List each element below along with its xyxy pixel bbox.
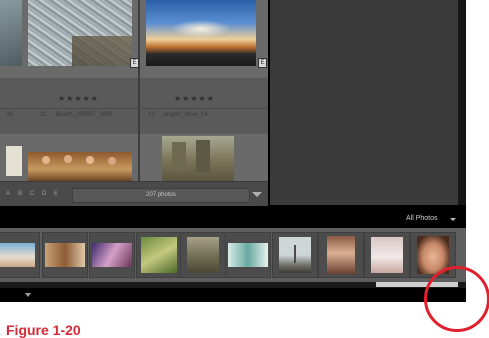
cell-filename: Beach_20090T_3261: [55, 112, 114, 118]
lightroom-library-window: E E ★★★★★ ★★★★★ 26 11 Beach_20090T_3261 …: [0, 0, 466, 302]
photo-thumbnail[interactable]: [0, 0, 22, 66]
view-mode-loupe-icon[interactable]: B: [18, 191, 22, 197]
metadata-badge-icon[interactable]: E: [130, 58, 139, 68]
photo-thumbnail[interactable]: [6, 146, 22, 176]
filmstrip-cell[interactable]: [225, 232, 271, 278]
callout-circle: [424, 266, 489, 332]
filmstrip-cell[interactable]: [0, 232, 40, 278]
filter-dropdown-icon[interactable]: [450, 218, 456, 221]
cell-filename: angels_drive_14: [163, 112, 208, 118]
filmstrip-thumbnail[interactable]: [0, 243, 35, 267]
photo-thumbnail[interactable]: [162, 136, 234, 181]
photo-count-field[interactable]: 207 photos: [72, 188, 250, 203]
cell-meta-partial: 26: [6, 112, 13, 118]
view-mode-grid-icon[interactable]: A: [6, 191, 10, 197]
photo-thumbnail[interactable]: [146, 0, 256, 66]
cell-number: 11: [40, 112, 47, 118]
cell-number: 26: [6, 112, 13, 118]
filmstrip-thumbnail[interactable]: [92, 243, 132, 267]
filmstrip-thumbnail[interactable]: [187, 237, 219, 273]
photo-thumbnail[interactable]: [28, 0, 132, 66]
photo-grid: E E ★★★★★ ★★★★★ 26 11 Beach_20090T_3261 …: [0, 0, 268, 181]
grid-cell-group-photo[interactable]: [22, 134, 138, 181]
right-panel: [270, 0, 458, 205]
filmstrip-filter-label[interactable]: All Photos: [406, 215, 438, 222]
filmstrip-cell[interactable]: [318, 232, 364, 278]
star-rating[interactable]: ★★★★★: [174, 94, 215, 103]
filmstrip-cell[interactable]: [272, 232, 318, 278]
grid-cell-partial[interactable]: [0, 134, 22, 181]
filmstrip-thumbnail[interactable]: [371, 237, 403, 273]
grid-cell-left-partial[interactable]: [0, 0, 22, 78]
grid-cell-sunset[interactable]: E: [140, 0, 268, 78]
filmstrip-thumbnail[interactable]: [279, 237, 311, 273]
filmstrip-cell[interactable]: [136, 232, 182, 278]
photo-thumbnail[interactable]: [28, 152, 132, 181]
filmstrip-thumbnail[interactable]: [228, 243, 268, 267]
filmstrip-thumbnail[interactable]: [45, 243, 85, 267]
view-mode-compare-icon[interactable]: C: [30, 191, 34, 197]
grid-toolbar: A B C D E 207 photos: [0, 181, 268, 206]
star-rating[interactable]: ★★★★★: [58, 94, 99, 103]
row-divider: [0, 108, 268, 109]
filmstrip-thumbnail[interactable]: [327, 236, 355, 274]
filmstrip-cell[interactable]: [180, 232, 226, 278]
painter-icon[interactable]: E: [54, 191, 58, 197]
metadata-badge-icon[interactable]: E: [258, 58, 267, 68]
filmstrip-thumbnail[interactable]: [141, 237, 177, 273]
filmstrip-cell[interactable]: [89, 232, 135, 278]
figure-caption: Figure 1-20: [6, 322, 81, 338]
filmstrip-cell[interactable]: [42, 232, 88, 278]
filmstrip-cell[interactable]: [364, 232, 410, 278]
panel-edge: [458, 0, 466, 205]
view-mode-survey-icon[interactable]: D: [42, 191, 46, 197]
filmstrip: [0, 228, 466, 282]
cell-meta: 11 Beach_20090T_3261: [40, 112, 113, 118]
toolbar-chevron-down-icon[interactable]: [252, 192, 262, 197]
cell-number: 12: [148, 112, 155, 118]
cell-meta: 12 angels_drive_14: [148, 112, 208, 118]
grid-cell-mountain[interactable]: E: [22, 0, 139, 78]
expand-panel-arrow-icon[interactable]: [25, 293, 31, 297]
grid-cell-soldiers[interactable]: [140, 134, 268, 181]
